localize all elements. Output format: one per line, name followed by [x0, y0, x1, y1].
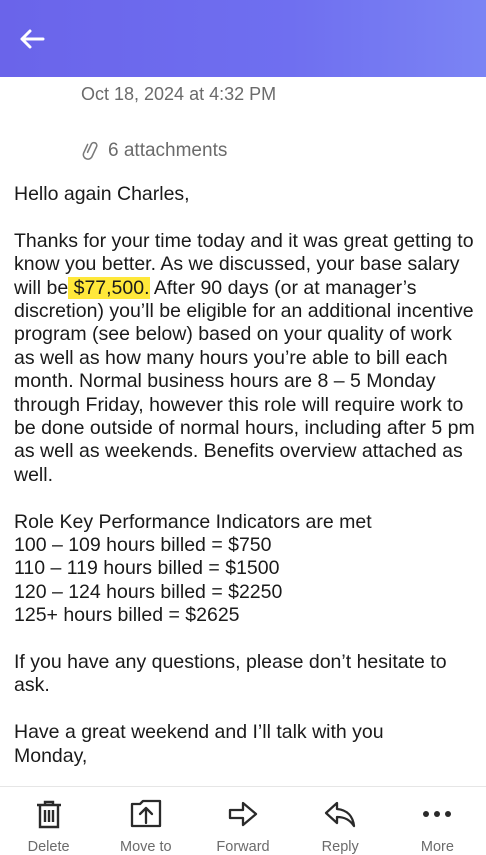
more-icon — [423, 811, 452, 817]
message-date: Oct 18, 2024 at 4:32 PM — [81, 84, 277, 104]
kpi-heading: Role Key Performance Indicators are met — [14, 510, 372, 533]
kpi-line: 125+ hours billed = $2625 — [14, 604, 240, 627]
message-body: Hello again Charles, Thanks for your tim… — [14, 183, 476, 791]
attachments-label: 6 attachments — [108, 140, 228, 161]
closing-line: Have a great weekend and I’ll talk with … — [14, 721, 384, 744]
greeting: Hello again Charles, — [14, 183, 190, 205]
reply-button[interactable]: Reply — [292, 787, 389, 855]
salary-highlight: $77,500. — [68, 276, 150, 299]
more-label: More — [420, 839, 454, 855]
delete-button[interactable]: Delete — [0, 787, 97, 855]
more-button[interactable]: More — [389, 787, 486, 855]
header-bar — [0, 0, 486, 77]
reply-label: Reply — [321, 839, 359, 855]
reply-icon — [325, 801, 356, 828]
move-to-label: Move to — [120, 839, 172, 855]
salary-text-after: After 90 days (or at manager’s discretio… — [14, 276, 475, 486]
move-to-button[interactable]: Move to — [97, 787, 194, 855]
kpi-line: 110 – 119 hours billed = $1500 — [14, 557, 280, 580]
salary-paragraph: Thanks for your time today and it was gr… — [14, 230, 476, 487]
action-toolbar: Delete Move to Forward Reply More — [0, 786, 486, 855]
closing-line: Monday, — [14, 744, 88, 767]
delete-label: Delete — [27, 839, 70, 855]
attachments-link[interactable]: 6 attachments — [80, 140, 227, 162]
back-button[interactable] — [14, 22, 50, 56]
forward-icon — [228, 801, 258, 827]
paperclip-icon — [82, 141, 98, 160]
closing-paragraph: Have a great weekend and I’ll talk with … — [14, 721, 476, 768]
questions-paragraph: If you have any questions, please don’t … — [14, 651, 447, 697]
forward-label: Forward — [216, 839, 270, 855]
trash-icon — [36, 800, 61, 829]
forward-button[interactable]: Forward — [194, 787, 291, 855]
kpi-block: Role Key Performance Indicators are met … — [14, 511, 476, 628]
move-to-icon — [130, 799, 161, 828]
kpi-line: 120 – 124 hours billed = $2250 — [14, 580, 283, 603]
kpi-line: 100 – 109 hours billed = $750 — [14, 534, 272, 557]
arrow-left-icon — [20, 29, 45, 49]
